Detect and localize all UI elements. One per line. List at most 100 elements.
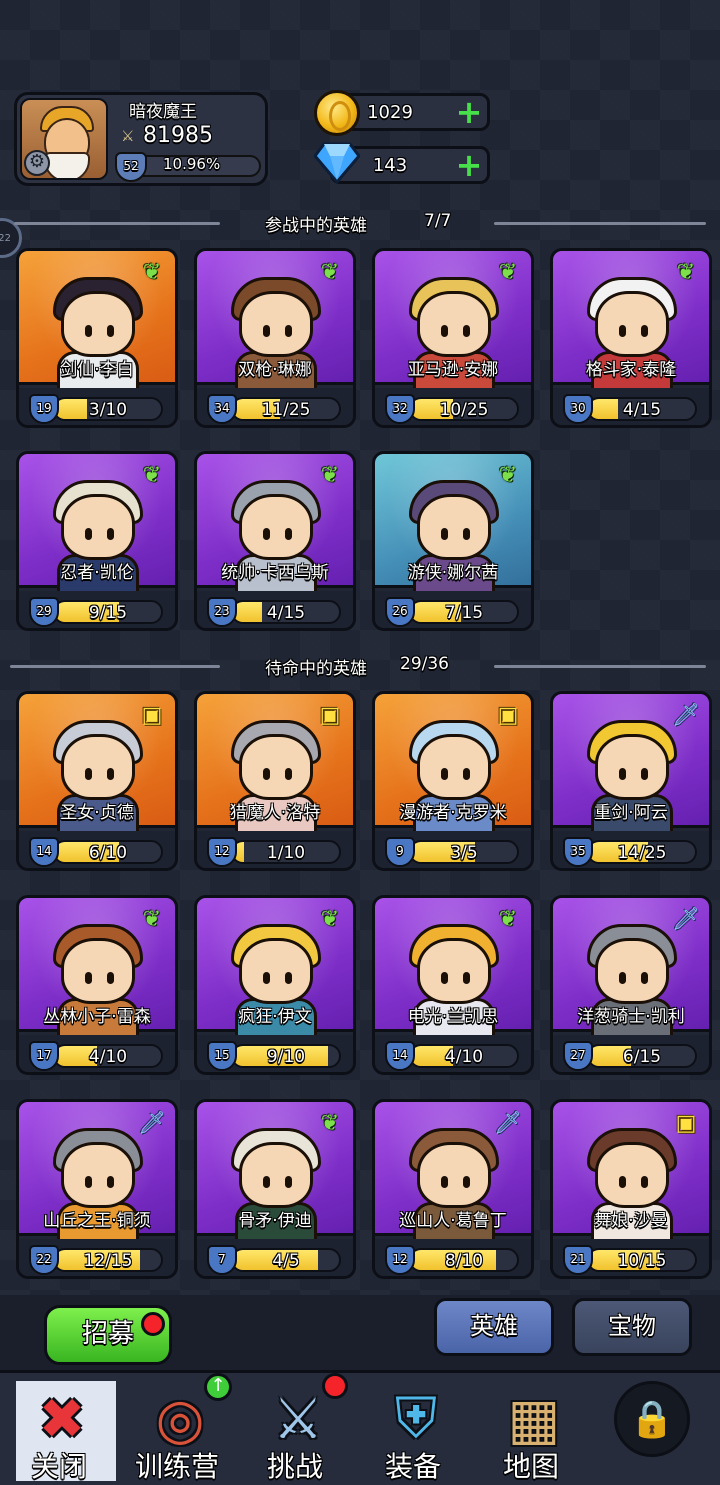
nav-item-sword[interactable]: ⚔ 挑战 [236,1373,354,1485]
hero-shard-progress-text: 4/5 [272,1251,300,1271]
hero-portrait: ▣ 舞娘·沙曼 [553,1102,709,1242]
standby-heroes-count: 29/36 [400,654,449,674]
hero-shard-progress-text: 4/15 [266,603,306,623]
hero-shard-progress-text: 12/15 [83,1251,133,1271]
hero-shard-progress-bar: 4/15 [587,397,697,421]
hero-portrait: ▣ 漫游者·克罗米 [375,694,531,834]
hero-portrait: ❦ 疯狂·伊文 [197,898,353,1038]
hero-shard-progress-bar: 3/10 [53,397,163,421]
hero-shard-progress-bar: 11/25 [231,397,341,421]
hero-name: 游侠·娜尔茜 [407,563,499,583]
nav-label: 挑战 [266,1450,323,1483]
add-gem-plus-icon[interactable]: + [455,149,483,181]
hero-card[interactable]: 🗡 重剑·阿云 35 14/25 [550,691,712,871]
hero-card[interactable]: ▣ 圣女·贞德 14 6/10 [16,691,178,871]
nav-label: 地图 [502,1450,559,1483]
hero-shard-progress-bar: 10/25 [409,397,519,421]
hero-card[interactable]: 🗡 洋葱骑士·凯利 27 6/15 [550,895,712,1075]
leaf-class-icon: ❦ [498,907,518,932]
hero-portrait: ▣ 圣女·贞德 [19,694,175,834]
hero-shard-progress-bar: 10/15 [587,1248,697,1272]
nav-item-target[interactable]: ↑ ◎ 训练营 [118,1373,236,1485]
hero-shard-progress-text: 4/10 [444,1047,484,1067]
recruit-notification-dot [141,1312,165,1336]
hero-card[interactable]: ❦ 亚马逊·安娜 32 10/25 [372,248,534,428]
player-power: 81985 [143,123,213,148]
hero-portrait: 🗡 洋葱骑士·凯利 [553,898,709,1038]
leaf-class-icon: ❦ [142,463,162,488]
sword-class-icon: 🗡 [494,1111,522,1136]
hero-portrait: 🗡 重剑·阿云 [553,694,709,834]
hero-shard-progress-text: 3/10 [88,400,128,420]
sword-class-icon: 🗡 [672,907,700,932]
hero-portrait: ❦ 骨矛·伊迪 [197,1102,353,1242]
hero-card[interactable]: ❦ 电光·兰凯思 14 4/10 [372,895,534,1075]
nav-item-armor[interactable]: ⛨ 装备 [354,1373,472,1485]
exp-percent: 10.96% [163,155,221,173]
hero-shard-progress-text: 10/25 [439,400,489,420]
recruit-button[interactable]: 招募 [44,1305,172,1365]
player-profile[interactable]: ⚙ 暗夜魔王 ⚔ 81985 52 10.96% [14,92,268,186]
active-heroes-title: 参战中的英雄 [265,216,367,236]
hero-name: 丛林小子·雷森 [43,1007,151,1027]
hero-portrait: ❦ 统帅·卡西乌斯 [197,454,353,594]
leaf-class-icon: ❦ [320,1111,340,1136]
notification-dot [322,1373,348,1399]
hero-card[interactable]: ▣ 舞娘·沙曼 21 10/15 [550,1099,712,1279]
hero-card[interactable]: ❦ 疯狂·伊文 15 9/10 [194,895,356,1075]
hero-portrait: 🗡 山丘之王·铜须 [19,1102,175,1242]
crossed-swords-icon: ⚔ [121,126,135,145]
hero-portrait: ▣ 猎魔人·洛特 [197,694,353,834]
hero-card[interactable]: ❦ 剑仙·李白 19 3/10 [16,248,178,428]
nav-label: 关闭 [30,1450,87,1483]
hero-card[interactable]: ❦ 忍者·凯伦 29 9/15 [16,451,178,631]
leaf-class-icon: ❦ [498,260,518,285]
hero-shard-progress-text: 4/15 [622,400,662,420]
hero-shard-progress-text: 6/15 [622,1047,662,1067]
add-gold-plus-icon[interactable]: + [455,96,483,128]
nav-item-map[interactable]: ▦ 地图 [472,1373,590,1485]
nav-item-close[interactable]: ✖ 关闭 [0,1373,118,1485]
player-avatar[interactable]: ⚙ [20,98,108,180]
hero-card[interactable]: 🗡 山丘之王·铜须 22 12/15 [16,1099,178,1279]
hero-card[interactable]: ▣ 漫游者·克罗米 9 3/5 [372,691,534,871]
leaf-class-icon: ❦ [676,260,696,285]
hero-shard-progress-bar: 3/5 [409,840,519,864]
leaf-class-icon: ❦ [320,907,340,932]
settings-gear-icon[interactable]: ⚙ [24,150,50,176]
hero-name: 猎魔人·洛特 [229,803,321,823]
sword-class-icon: 🗡 [138,1111,166,1136]
hero-shard-progress-bar: 6/15 [587,1044,697,1068]
hero-card[interactable]: ❦ 丛林小子·雷森 17 4/10 [16,895,178,1075]
hero-card[interactable]: ❦ 骨矛·伊迪 7 4/5 [194,1099,356,1279]
hero-portrait: ❦ 游侠·娜尔茜 [375,454,531,594]
leaf-class-icon: ❦ [320,463,340,488]
nav-item-lock[interactable]: 🔒 [590,1373,708,1485]
hero-portrait: 🗡 巡山人·葛鲁丁 [375,1102,531,1242]
hero-portrait: ❦ 丛林小子·雷森 [19,898,175,1038]
hero-portrait: ❦ 剑仙·李白 [19,251,175,391]
hero-card[interactable]: ❦ 格斗家·泰隆 30 4/15 [550,248,712,428]
hero-shard-progress-bar: 6/10 [53,840,163,864]
hero-name: 亚马逊·安娜 [407,360,499,380]
tab-heroes[interactable]: 英雄 [434,1298,554,1356]
gold-coin-icon [314,90,360,136]
hero-card[interactable]: ❦ 双枪·琳娜 34 11/25 [194,248,356,428]
bottom-navigation: ✖ 关闭 ↑ ◎ 训练营 ⚔ 挑战 ⛨ 装备 ▦ 地图 🔒 [0,1370,720,1485]
tab-treasure[interactable]: 宝物 [572,1298,692,1356]
hero-shard-progress-text: 6/10 [88,843,128,863]
hero-name: 巡山人·葛鲁丁 [399,1211,507,1231]
hero-name: 圣女·贞德 [60,803,134,823]
leaf-class-icon: ❦ [498,463,518,488]
hero-card[interactable]: ▣ 猎魔人·洛特 12 1/10 [194,691,356,871]
hero-shard-progress-text: 1/10 [266,843,306,863]
hero-card[interactable]: 🗡 巡山人·葛鲁丁 12 8/10 [372,1099,534,1279]
hero-shard-progress-bar: 9/15 [53,600,163,624]
hero-portrait: ❦ 双枪·琳娜 [197,251,353,391]
sword-class-icon: 🗡 [672,703,700,728]
hero-shard-progress-text: 10/15 [617,1251,667,1271]
hero-card[interactable]: ❦ 游侠·娜尔茜 26 7/15 [372,451,534,631]
leaf-class-icon: ❦ [320,260,340,285]
player-name: 暗夜魔王 [129,102,197,122]
hero-card[interactable]: ❦ 统帅·卡西乌斯 23 4/15 [194,451,356,631]
